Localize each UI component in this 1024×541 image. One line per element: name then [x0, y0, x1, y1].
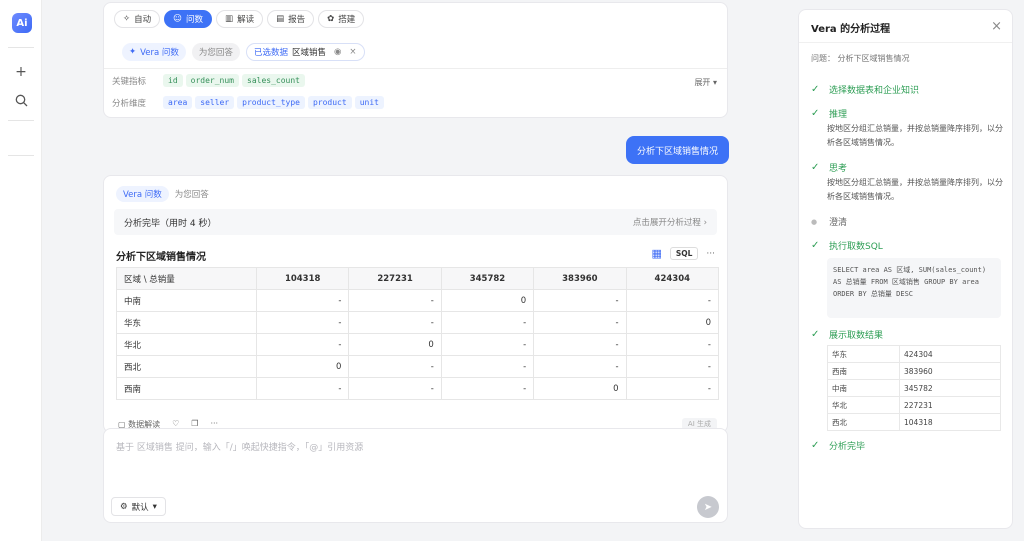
search-icon[interactable] — [13, 92, 29, 108]
send-icon: ➤ — [703, 501, 713, 513]
panel-title: Vera 的分析过程 — [811, 24, 891, 35]
dimension-chip: area — [163, 96, 193, 109]
tab-build[interactable]: ✿ 搭建 — [318, 10, 365, 28]
more-icon[interactable]: ··· — [706, 249, 715, 259]
user-message: 分析下区域销售情况 — [626, 136, 729, 164]
step-item: ✓ 展示取数结果 — [811, 329, 884, 341]
table-row: 中南 - -0- - — [116, 289, 720, 312]
check-icon: ✓ — [811, 240, 820, 251]
dimension-chip: unit — [354, 96, 384, 109]
analysis-status-bar[interactable]: 分析完毕（用时 4 秒） 点击展开分析过程 › — [114, 209, 717, 235]
step-item: ✓ 思考 — [811, 162, 848, 174]
metric-chip: sales_count — [242, 74, 305, 87]
plus-icon[interactable]: + — [13, 64, 29, 80]
result-title: 分析下区域销售情况 — [116, 252, 206, 263]
metric-chip: order_num — [185, 74, 239, 87]
chat-icon: ☺ — [173, 14, 183, 24]
table-view-icon[interactable]: ▦ — [651, 247, 661, 260]
table-row: 华东 424304 — [827, 345, 1001, 363]
sql-code-block: SELECT area AS 区域, SUM(sales_count) AS 总… — [827, 258, 1001, 318]
analysis-process-panel: Vera 的分析过程 × 问题： 分析下区域销售情况 ✓ 选择数据表和企业知识 ✓… — [798, 9, 1013, 529]
table-row: 西南 383960 — [827, 362, 1001, 380]
answer-header: Vera 问数 为您回答 — [116, 186, 209, 202]
tab-auto[interactable]: ✧ 自动 — [114, 10, 161, 28]
table-row: 中南 345782 — [827, 379, 1001, 397]
build-icon: ✿ — [327, 14, 335, 24]
dimensions-row: 分析维度 area seller product_type product un… — [112, 96, 384, 109]
tab-interpret[interactable]: ▥ 解读 — [216, 10, 264, 28]
result-preview-table: 华东 424304 西南 383960 中南 345782 华北 227231 西北 104318 — [827, 345, 1001, 431]
step-item: ● 澄清 — [811, 217, 848, 229]
dimension-chip: seller — [195, 96, 235, 109]
answer-card: Vera 问数 为您回答 分析完毕（用时 4 秒） 点击展开分析过程 › 分析下… — [103, 175, 728, 433]
metric-chip: id — [163, 74, 183, 87]
tab-ask-data[interactable]: ☺ 问数 — [164, 10, 213, 28]
table-row: 西南 - - -0- — [116, 377, 720, 400]
dimension-chip: product — [307, 96, 352, 109]
sql-button[interactable]: SQL — [669, 247, 699, 260]
chevron-down-icon: ▾ — [152, 501, 157, 512]
table-row: 华北 227231 — [827, 396, 1001, 414]
table-row: 华东 - - - -0 — [116, 311, 720, 334]
table-row: 西北 104318 — [827, 413, 1001, 431]
table-header-row: 区域 \ 总销量 104318 227231 345782 383960 424… — [116, 267, 720, 290]
dimension-chip: product_type — [237, 96, 305, 109]
divider — [104, 68, 727, 69]
check-icon: ✓ — [811, 84, 820, 95]
check-icon: ✓ — [811, 108, 820, 119]
tab-report[interactable]: ▤ 报告 — [267, 10, 315, 28]
metrics-row: 关键指标 id order_num sales_count — [112, 74, 305, 87]
context-card: ✧ 自动 ☺ 问数 ▥ 解读 ▤ 报告 ✿ 搭建 ✦ Vera 问数 为您回答 已选数据 区… — [103, 2, 728, 118]
close-icon[interactable]: × — [991, 19, 1002, 34]
table-row: 华北 -0- - - — [116, 333, 720, 356]
model-select[interactable]: ⚙ 默认 ▾ — [111, 497, 166, 516]
divider — [8, 155, 34, 156]
context-tags: ✦ Vera 问数 为您回答 已选数据 区域销售 ◉ × — [122, 43, 365, 61]
divider — [799, 42, 1012, 43]
left-rail: Ai + — [0, 0, 42, 541]
eye-icon[interactable]: ◉ — [334, 47, 341, 57]
app-logo[interactable]: Ai — [12, 13, 32, 33]
dot-icon: ● — [811, 217, 818, 226]
step-item: ✓ 选择数据表和企业知识 — [811, 84, 920, 96]
prompt-input[interactable]: 基于 区域销售 提问，输入「/」唤起快捷指令，「@」引用资源 — [116, 440, 363, 453]
step-item: ✓ 执行取数SQL — [811, 240, 883, 252]
sparkle-icon: ✦ — [129, 47, 137, 57]
step-item: ✓ 推理 — [811, 108, 848, 120]
expand-button[interactable]: 展开 ▾ — [694, 77, 717, 88]
check-icon: ✓ — [811, 440, 820, 451]
composer: 基于 区域销售 提问，输入「/」唤起快捷指令，「@」引用资源 ⚙ 默认 ▾ ➤ — [103, 428, 728, 523]
answer-for-tag: 为您回答 — [191, 43, 240, 61]
result-table: 区域 \ 总销量 104318 227231 345782 383960 424… — [116, 267, 720, 400]
check-icon: ✓ — [811, 162, 820, 173]
book-icon: ▥ — [225, 14, 234, 24]
step-item: ✓ 分析完毕 — [811, 440, 866, 452]
send-button[interactable]: ➤ — [697, 496, 719, 518]
status-text: 分析完毕（用时 4 秒） — [124, 218, 217, 229]
divider — [8, 120, 34, 121]
question-line: 问题： 分析下区域销售情况 — [811, 54, 910, 63]
report-icon: ▤ — [276, 14, 285, 24]
vera-badge: Vera 问数 — [116, 186, 169, 202]
selected-data-tag[interactable]: 已选数据 区域销售 ◉ × — [245, 43, 365, 61]
close-icon[interactable]: × — [349, 47, 356, 57]
sparkle-icon: ✧ — [123, 14, 131, 24]
check-icon: ✓ — [811, 329, 820, 340]
result-actions: ▦ SQL ··· — [651, 247, 715, 260]
mode-tabs: ✧ 自动 ☺ 问数 ▥ 解读 ▤ 报告 ✿ 搭建 — [114, 10, 365, 28]
expand-process-link[interactable]: 点击展开分析过程 › — [633, 216, 707, 228]
table-row: 西北 0- - - - — [116, 355, 720, 378]
vera-badge: ✦ Vera 问数 — [122, 43, 186, 61]
gear-icon: ⚙ — [120, 501, 128, 512]
divider — [8, 47, 34, 48]
